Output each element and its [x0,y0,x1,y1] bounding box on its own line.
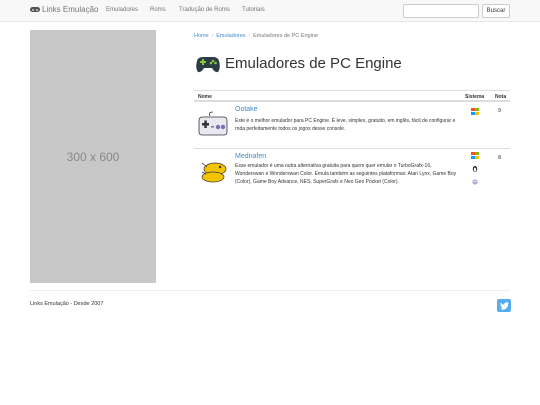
mednafen-logo [201,162,227,183]
page-title: Emuladores de PC Engine [225,54,402,72]
gamepad-thumbnail [198,111,228,136]
twitter-button[interactable] [497,299,511,312]
page-heading: Emuladores de PC Engine [194,52,402,74]
windows-icon [471,152,479,159]
nav-item-tutoriais[interactable]: Tutoriais [242,7,265,13]
rating-value: 9 [498,108,502,114]
ad-label: 300 x 600 [66,149,120,164]
breadcrumb-emuladores[interactable]: Emuladores [216,33,245,39]
table-row: Mednafen Esse emulador é uma outra alter… [194,149,510,219]
freebsd-icon [472,179,478,185]
breadcrumb: Home / Emuladores / Emuladores de PC Engine [194,33,318,39]
table-header: Nome Sistema Nota [194,90,510,102]
nav-item-emuladores[interactable]: Emuladores [106,7,138,13]
gamepad-icon [196,57,220,73]
emulator-description: Esse emulador é uma outra alternativa gr… [235,163,457,185]
column-name: Nome [198,94,212,100]
breadcrumb-home[interactable]: Home [194,33,209,39]
table-row: Ootake Este é o melhor emulador para PC … [194,102,510,149]
ad-placeholder: 300 x 600 [30,30,156,283]
search-input[interactable] [403,4,479,18]
windows-icon [471,108,479,115]
column-rating: Nota [495,94,507,100]
emulator-link-mednafen[interactable]: Mednafen [235,153,266,160]
emulator-description: Este é o melhor emulador para PC Engine.… [235,118,456,132]
search-button[interactable]: Buscar [482,4,510,18]
footer-text: Links Emulação - Desde 2007 [30,301,104,307]
breadcrumb-separator: / [248,33,251,39]
breadcrumb-current: Emuladores de PC Engine [253,33,318,39]
brand-link[interactable]: Links Emulação [30,5,98,14]
navbar: Links Emulação Emuladores Roms Tradução … [0,0,540,22]
brand-label: Links Emulação [42,5,99,14]
rating-value: 8 [498,155,502,161]
emulator-table: Nome Sistema Nota Ootake Este é o melhor… [194,90,510,219]
footer-divider [30,290,510,291]
twitter-icon [499,301,509,310]
linux-icon [472,166,478,172]
nav-item-traducao[interactable]: Tradução de Roms [179,7,230,13]
emulator-link-ootake[interactable]: Ootake [235,106,258,113]
gamepad-icon [30,7,40,12]
nav-item-roms[interactable]: Roms [150,7,166,13]
column-system: Sistema [465,94,485,100]
